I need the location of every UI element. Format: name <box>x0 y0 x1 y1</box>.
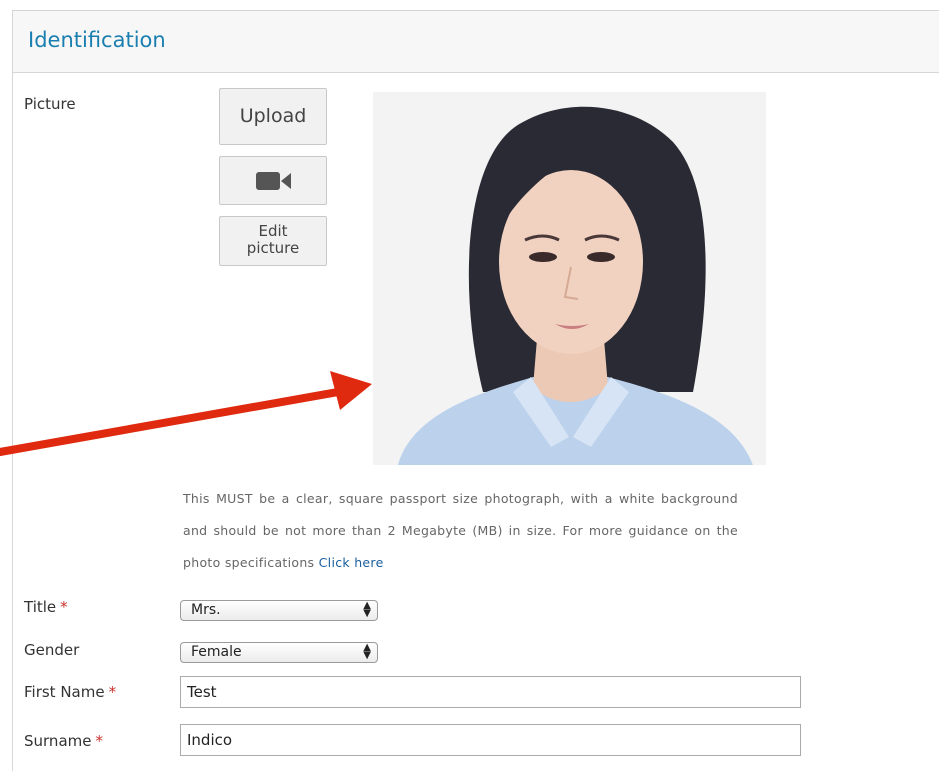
picture-label: Picture <box>24 95 76 113</box>
title-select[interactable]: Mrs. ▲ ▼ <box>180 600 378 621</box>
first-name-label-text: First Name <box>24 683 105 701</box>
gender-label-text: Gender <box>24 641 80 659</box>
camera-button[interactable] <box>219 156 327 205</box>
gender-select-value: Female <box>191 644 242 660</box>
panel-header: Identification <box>13 11 939 73</box>
edit-picture-button[interactable]: Edit picture <box>219 216 327 266</box>
required-marker: * <box>108 683 117 701</box>
surname-input[interactable]: Indico <box>180 724 801 756</box>
select-arrows-icon: ▲ ▼ <box>363 642 371 661</box>
surname-label: Surname * <box>24 732 103 750</box>
title-label-text: Title <box>24 598 57 616</box>
required-marker: * <box>60 598 68 616</box>
edit-picture-label-line1: Edit <box>258 222 288 240</box>
gender-label: Gender <box>24 641 79 659</box>
upload-button[interactable]: Upload <box>219 88 327 145</box>
profile-photo <box>373 92 766 465</box>
gender-select[interactable]: Female ▲ ▼ <box>180 642 378 663</box>
title-select-value: Mrs. <box>191 602 221 618</box>
first-name-label: First Name * <box>24 683 116 701</box>
photo-guidance-text: This MUST be a clear, square passport si… <box>183 483 738 579</box>
surname-label-text: Surname <box>24 732 92 750</box>
video-camera-icon <box>256 172 291 190</box>
required-marker: * <box>95 732 103 750</box>
guidance-text: This MUST be a clear, square passport si… <box>183 491 738 570</box>
title-label: Title * <box>24 598 68 616</box>
panel-title: Identification <box>28 28 166 52</box>
select-arrows-icon: ▲ ▼ <box>363 600 371 619</box>
click-here-link[interactable]: Click here <box>319 555 384 570</box>
edit-picture-label-line2: picture <box>246 239 300 257</box>
first-name-input[interactable]: Test <box>180 676 801 708</box>
